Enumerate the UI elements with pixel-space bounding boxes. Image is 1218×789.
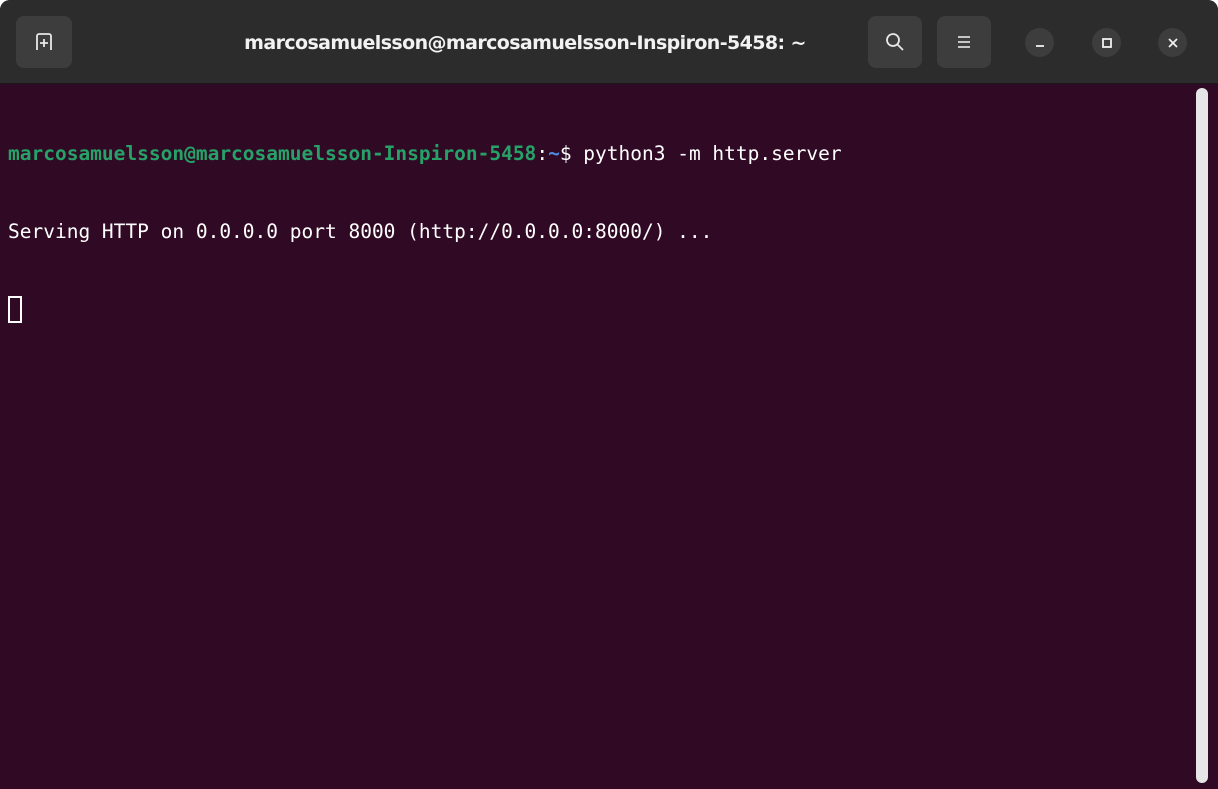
close-icon: [1167, 37, 1178, 48]
cursor-line: [8, 296, 1188, 323]
search-button[interactable]: [868, 16, 922, 68]
output-line: Serving HTTP on 0.0.0.0 port 8000 (http:…: [8, 220, 713, 243]
window-title: marcosamuelsson@marcosamuelsson-Inspiron…: [244, 32, 806, 54]
text-cursor: [8, 296, 22, 323]
prompt-symbol: $: [559, 142, 584, 165]
close-button[interactable]: [1158, 28, 1187, 57]
prompt-path: ~: [548, 142, 560, 165]
new-tab-button[interactable]: [16, 16, 72, 68]
terminal-output[interactable]: marcosamuelsson@marcosamuelsson-Inspiron…: [8, 89, 1188, 789]
prompt-line: marcosamuelsson@marcosamuelsson-Inspiron…: [8, 141, 1188, 167]
search-icon: [886, 33, 904, 51]
menu-button[interactable]: [937, 16, 991, 68]
terminal-window: marcosamuelsson@marcosamuelsson-Inspiron…: [0, 0, 1218, 789]
maximize-button[interactable]: [1092, 28, 1121, 57]
prompt-colon: :: [536, 142, 549, 165]
maximize-icon: [1101, 37, 1112, 48]
minimize-icon: [1035, 44, 1044, 47]
title-bar[interactable]: marcosamuelsson@marcosamuelsson-Inspiron…: [0, 0, 1218, 84]
scrollbar[interactable]: [1196, 88, 1208, 783]
minimize-button[interactable]: [1025, 28, 1054, 57]
prompt-user: marcosamuelsson@marcosamuelsson-Inspiron…: [8, 142, 537, 165]
command-text: python3 -m http.server: [583, 142, 842, 165]
new-tab-icon: [36, 33, 52, 50]
hamburger-menu-icon: [958, 36, 970, 48]
